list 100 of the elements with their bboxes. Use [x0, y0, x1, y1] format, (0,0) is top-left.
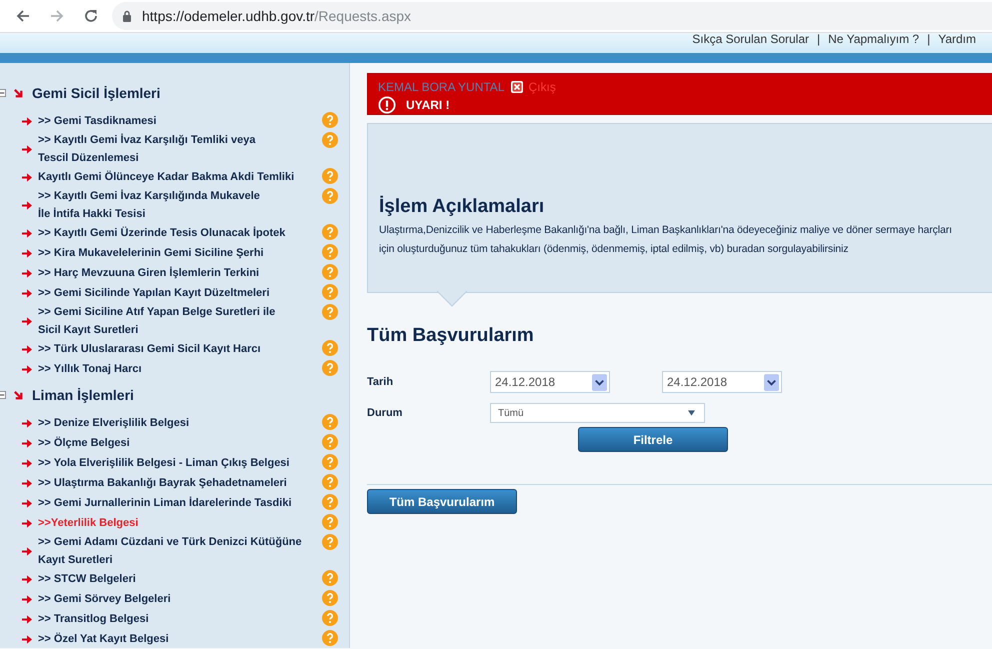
arrow-icon — [22, 268, 32, 278]
status-select[interactable]: Tümü — [490, 403, 705, 423]
help-icon[interactable] — [322, 494, 338, 510]
help-icon[interactable] — [322, 284, 338, 300]
help-icon[interactable] — [322, 590, 338, 606]
address-bar[interactable]: https://odemeler.udhb.gov.tr/Requests.aspx — [112, 2, 992, 30]
separator: | — [816, 33, 822, 48]
arrow-icon — [22, 478, 32, 488]
arrow-icon — [22, 498, 32, 508]
reload-icon[interactable] — [83, 8, 99, 24]
dropdown-icon[interactable] — [764, 374, 779, 390]
sidebar-link[interactable]: >> Denize Elverişlilik Belgesi — [38, 414, 313, 432]
sidebar-link[interactable]: >> Gemi Sörvey Belgeleri — [38, 590, 313, 608]
sidebar-link[interactable]: >> Özel Yat Kayıt Belgesi — [38, 630, 313, 648]
arrow-icon — [22, 172, 32, 182]
help-icon[interactable] — [322, 630, 338, 646]
sidebar-link[interactable]: >> Kira Mukavelelerinin Gemi Siciline Şerhi — [38, 244, 313, 262]
arrow-icon — [22, 344, 32, 354]
arrow-icon — [22, 634, 32, 644]
header-link[interactable]: Yardım — [938, 33, 976, 53]
help-icon[interactable] — [322, 454, 338, 470]
arrow-icon — [22, 458, 32, 468]
sidebar-link[interactable]: >> Gemi Siciline Atıf Yapan Belge Suretleri ile Sicil Kayıt Suretleri — [38, 303, 313, 339]
close-icon[interactable] — [510, 81, 522, 93]
arrow-icon — [22, 316, 32, 326]
user-name: KEMAL BORA YUNTAL — [378, 80, 504, 94]
sidebar-link[interactable]: >> STCW Belgeleri — [38, 570, 313, 588]
help-icon[interactable] — [322, 340, 338, 356]
caret-icon — [688, 410, 695, 416]
arrow-icon — [22, 546, 32, 556]
sidebar-link[interactable]: >> Gemi Tasdiknamesi — [38, 112, 313, 130]
arrow-icon — [22, 228, 32, 238]
help-icon[interactable] — [322, 224, 338, 240]
header-link[interactable]: Sıkça Sorulan Sorular — [692, 33, 810, 53]
help-icon[interactable] — [322, 132, 338, 148]
help-icon[interactable] — [322, 474, 338, 490]
forward-icon[interactable] — [49, 8, 65, 24]
url-path: /Requests.aspx — [314, 8, 412, 24]
sidebar-link[interactable]: >> Gemi Jurnallerinin Liman İdarelerinde Tasdiki — [38, 494, 313, 512]
warning-title: UYARI ! — [406, 98, 450, 112]
collapse-icon[interactable] — [0, 89, 6, 97]
help-icon[interactable] — [322, 360, 338, 376]
date-label: Tarih — [367, 376, 394, 388]
help-icon[interactable] — [322, 168, 338, 184]
sidebar-link[interactable]: >> Yıllık Tonaj Harcı — [38, 360, 313, 378]
section-heading: Tüm Başvurularım — [367, 325, 535, 347]
lock-icon — [122, 10, 132, 22]
arrow-icon — [22, 418, 32, 428]
help-icon[interactable] — [322, 434, 338, 450]
dropdown-icon[interactable] — [592, 374, 607, 390]
arrow-icon — [13, 88, 24, 98]
help-icon[interactable] — [322, 414, 338, 430]
all-applications-button[interactable]: Tüm Başvurularım — [367, 489, 517, 514]
sidebar-link[interactable]: >> Ölçme Belgesi — [38, 434, 313, 452]
help-icon[interactable] — [322, 244, 338, 260]
url-host: https://odemeler.udhb.gov.tr — [142, 8, 315, 24]
section-title: Gemi Sicil İşlemleri — [32, 85, 160, 101]
sidebar-link[interactable]: >> Gemi Adamı Cüzdani ve Türk Denizci Kütüğüne Kayıt Suretleri — [38, 533, 313, 569]
sidebar-link[interactable]: >> Kayıtlı Gemi Üzerinde Tesis Olunacak İpotek — [38, 224, 313, 242]
arrow-icon — [22, 438, 32, 448]
sidebar-link[interactable]: >> Transitlog Belgesi — [38, 610, 313, 628]
back-icon[interactable] — [15, 8, 31, 24]
help-icon[interactable] — [322, 264, 338, 280]
arrow-icon — [22, 288, 32, 298]
arrow-icon — [22, 614, 32, 624]
help-icon[interactable] — [322, 304, 338, 320]
collapse-icon[interactable] — [0, 391, 6, 399]
sidebar-link[interactable]: >> Türk Uluslararası Gemi Sicil Kayıt Harcı — [38, 340, 313, 358]
sidebar-link[interactable]: >>Yeterlilik Belgesi — [38, 514, 313, 532]
arrow-icon — [22, 200, 32, 210]
arrow-icon — [22, 594, 32, 604]
arrow-icon — [22, 364, 32, 374]
status-label: Durum — [367, 407, 404, 419]
help-icon[interactable] — [322, 514, 338, 530]
header-link[interactable]: Ne Yapmalıyım ? — [828, 33, 920, 53]
arrow-icon — [22, 144, 32, 154]
help-icon[interactable] — [322, 534, 338, 550]
arrow-icon — [13, 390, 24, 400]
warning-icon — [378, 96, 396, 114]
arrow-icon — [22, 518, 32, 528]
info-text: Ulaştırma,Denizcilik ve Haberleşme Bakanlığı'na bağlı, Liman Başkanlıkları'na ödeyeceğiniz maliye ve döner sermaye harçları için oluşturduğunuz tüm tahakukları (ödenmiş, ödenmemiş, iptal edilmiş, vb) buradan sorgulayabilirsiniz — [379, 223, 952, 257]
help-icon[interactable] — [322, 112, 338, 128]
filter-button[interactable]: Filtrele — [578, 427, 728, 452]
help-icon[interactable] — [322, 570, 338, 586]
sidebar-link[interactable]: >> Ulaştırma Bakanlığı Bayrak Şehadetnameleri — [38, 474, 313, 492]
separator: | — [926, 33, 932, 48]
sidebar-link[interactable]: >> Harç Mevzuuna Giren İşlemlerin Terkini — [38, 264, 313, 282]
sidebar-link[interactable]: >> Gemi Sicilinde Yapılan Kayıt Düzeltmeleri — [38, 284, 313, 302]
sidebar-link[interactable]: Kayıtlı Gemi Ölünceye Kadar Bakma Akdi Temliki — [38, 168, 313, 186]
help-icon[interactable] — [322, 188, 338, 204]
sidebar-link[interactable]: >> Yola Elverişlilik Belgesi - Liman Çıkış Belgesi — [38, 454, 313, 472]
date-field[interactable]: 24.12.2018 — [490, 371, 610, 393]
info-title: İşlem Açıklamaları — [379, 196, 546, 218]
sidebar-link[interactable]: >> Kayıtlı Gemi İvaz Karşılığında Mukavele İle İntifa Hakki Tesisi — [38, 187, 313, 223]
sidebar-link[interactable]: >> Kayıtlı Gemi İvaz Karşılığı Temliki veya Tescil Düzenlemesi — [38, 131, 313, 167]
help-icon[interactable] — [322, 610, 338, 626]
date-field[interactable]: 24.12.2018 — [662, 371, 782, 393]
arrow-icon — [22, 116, 32, 126]
arrow-icon — [22, 248, 32, 258]
section-title: Liman İşlemleri — [32, 387, 134, 403]
